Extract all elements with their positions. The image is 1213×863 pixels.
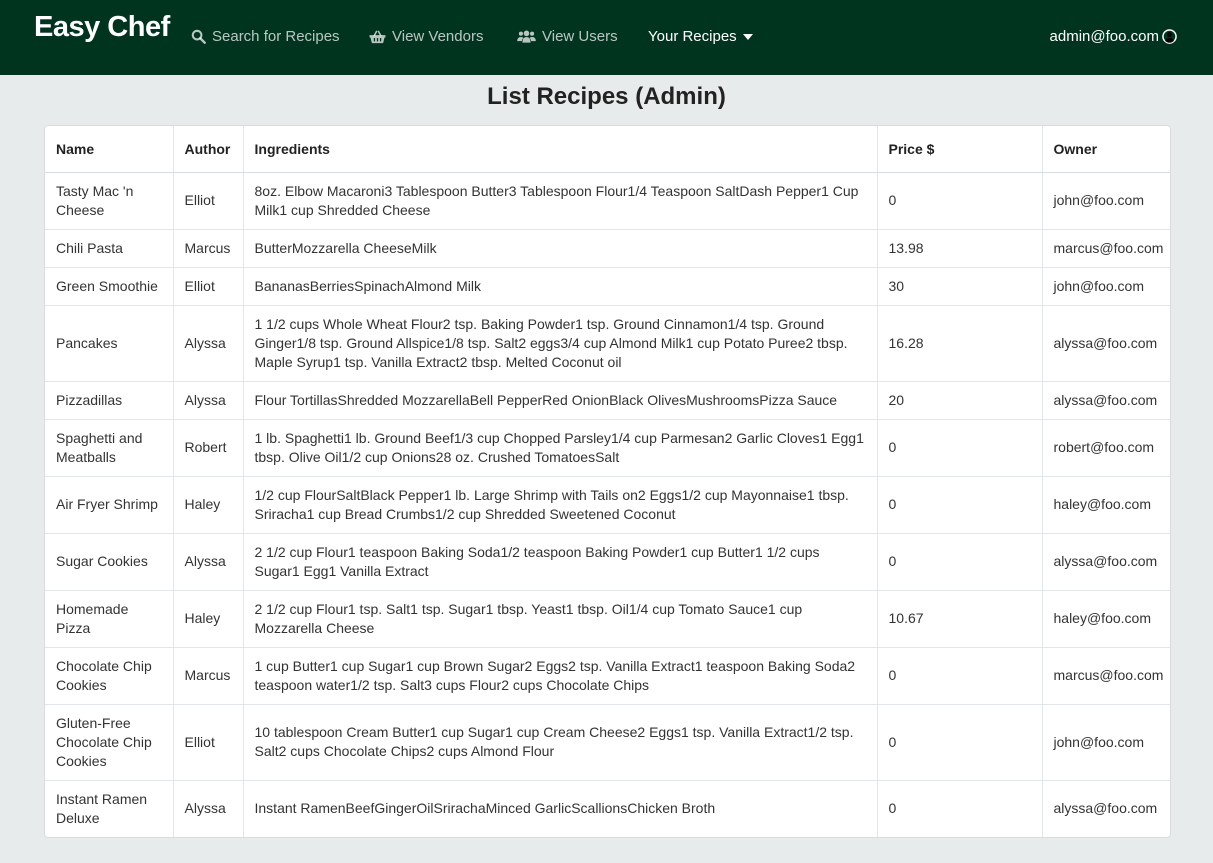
cell-ingredients: 10 tablespoon Cream Butter1 cup Sugar1 c… bbox=[243, 703, 878, 780]
cell-owner: john@foo.com bbox=[1053, 192, 1144, 208]
navbar: Easy Chef Search for Recipes View Vendor… bbox=[0, 0, 1213, 75]
cell-name: Sugar Cookies bbox=[45, 532, 174, 590]
cell-ingredients: 1/2 cup FlourSaltBlack Pepper1 lb. Large… bbox=[243, 475, 878, 533]
user-menu[interactable]: admin@foo.com bbox=[1050, 28, 1177, 45]
table-row: Pizzadillas Alyssa Flour TortillasShredded… bbox=[45, 380, 1170, 419]
nav-vendors-label: View Vendors bbox=[392, 28, 484, 45]
table-row: Sugar Cookies Alyssa 2 1/2 cup Flour1 teas… bbox=[45, 532, 1170, 590]
table-row: Chili Pasta Marcus ButterMozzarella Cheese… bbox=[45, 228, 1170, 267]
cell-owner: alyssa@foo.com bbox=[1042, 304, 1170, 381]
table-row: Spaghetti and Meatballs Robert 1 lb. Spagh… bbox=[45, 418, 1170, 476]
cell-author: Alyssa bbox=[173, 380, 244, 419]
shopping-basket-icon bbox=[369, 30, 386, 43]
cell-price: 0 bbox=[877, 532, 1043, 590]
table-row: Pancakes Alyssa 1 1/2 cups Whole Wheat Flo… bbox=[45, 304, 1170, 381]
cell-author: Elliot bbox=[173, 703, 244, 780]
nav-recipes-label: Your Recipes bbox=[648, 28, 737, 45]
cell-price: 0 bbox=[877, 779, 1043, 837]
cell-author: Haley bbox=[173, 475, 244, 533]
users-icon bbox=[517, 30, 536, 43]
cell-author: Elliot bbox=[173, 266, 244, 305]
page-title: List Recipes (Admin) bbox=[487, 83, 726, 110]
table-header-row: Name Author Ingredients Price $ Owner bbox=[45, 126, 1170, 173]
nav-view-users[interactable]: View Users bbox=[517, 28, 618, 45]
cell-ingredients: 1 1/2 cups Whole Wheat Flour2 tsp. Bakin… bbox=[243, 304, 878, 381]
cell-author: Robert bbox=[173, 418, 244, 476]
cell-author: Haley bbox=[173, 589, 244, 647]
header-author: Author bbox=[173, 126, 244, 173]
cell-owner: haley@foo.com bbox=[1042, 589, 1170, 647]
caret-down-icon bbox=[742, 33, 753, 40]
recipes-table: Name Author Ingredients Price $ Owner Ta… bbox=[45, 126, 1170, 837]
user-email: admin@foo.com bbox=[1049, 28, 1159, 45]
cell-price: 16.28 bbox=[877, 304, 1043, 381]
recipes-table-container: Name Author Ingredients Price $ Owner Ta… bbox=[44, 125, 1171, 838]
cell-ingredients: 2 1/2 cup Flour1 tsp. Salt1 tsp. Sugar1 … bbox=[243, 589, 878, 647]
cell-owner: alyssa@foo.com bbox=[1042, 532, 1170, 590]
user-circle-icon bbox=[1162, 29, 1177, 44]
cell-price: 13.98 bbox=[877, 228, 1043, 267]
cell-ingredients: 8oz. Elbow Macaroni3 Tablespoon Butter3 … bbox=[243, 172, 878, 229]
cell-price: 0 bbox=[877, 172, 1043, 229]
nav-search-label: Search for Recipes bbox=[212, 28, 340, 45]
cell-price: 0 bbox=[877, 418, 1043, 476]
cell-name: Gluten-Free Chocolate Chip Cookies bbox=[45, 703, 174, 780]
cell-author: Alyssa bbox=[173, 304, 244, 381]
cell-ingredients: 2 1/2 cup Flour1 teaspoon Baking Soda1/2… bbox=[243, 532, 878, 590]
cell-ingredients: ButterMozzarella CheeseMilk bbox=[243, 228, 878, 267]
cell-author: Elliot bbox=[173, 172, 244, 229]
cell-price: 0 bbox=[877, 646, 1043, 704]
cell-name: Pizzadillas bbox=[45, 380, 174, 419]
cell-owner: john@foo.com bbox=[1042, 703, 1170, 780]
cell-ingredients: BananasBerriesSpinachAlmond Milk bbox=[243, 266, 878, 305]
table-row: Tasty Mac 'n Cheese Elliot 8oz. Elbow Maca… bbox=[45, 172, 1170, 229]
cell-price: 30 bbox=[877, 266, 1043, 305]
cell-ingredients: 1 lb. Spaghetti1 lb. Ground Beef1/3 cup … bbox=[243, 418, 878, 476]
brand-logo[interactable]: Easy Chef bbox=[34, 11, 170, 44]
cell-owner: marcus@foo.com bbox=[1042, 228, 1170, 267]
nav-view-vendors[interactable]: View Vendors bbox=[369, 28, 483, 45]
nav-search-recipes[interactable]: Search for Recipes bbox=[191, 28, 340, 45]
table-row: Homemade Pizza Haley 2 1/2 cup Flour1 tsp.… bbox=[45, 589, 1170, 647]
header-owner: Owner bbox=[1042, 126, 1170, 173]
cell-name: Air Fryer Shrimp bbox=[45, 475, 174, 533]
cell-name: Spaghetti and Meatballs bbox=[45, 418, 174, 476]
cell-name: Pancakes bbox=[45, 304, 174, 381]
table-row: Green Smoothie Elliot BananasBerriesSpinac… bbox=[45, 266, 1170, 305]
cell-ingredients: 1 cup Butter1 cup Sugar1 cup Brown Sugar… bbox=[243, 646, 878, 704]
cell-author: Marcus bbox=[173, 228, 244, 267]
cell-owner: haley@foo.com bbox=[1042, 475, 1170, 533]
cell-name: Tasty Mac 'n Cheese bbox=[45, 172, 174, 229]
cell-price: 20 bbox=[877, 380, 1043, 419]
table-body: Tasty Mac 'n Cheese Elliot 8oz. Elbow Maca… bbox=[45, 172, 1170, 837]
cell-name: Chocolate Chip Cookies bbox=[45, 646, 174, 704]
search-icon bbox=[191, 29, 206, 44]
cell-owner: john@foo.com bbox=[1042, 266, 1170, 305]
table-row: Gluten-Free Chocolate Chip Cookies Elliot… bbox=[45, 703, 1170, 780]
cell-price: 10.67 bbox=[877, 589, 1043, 647]
cell-ingredients: Instant RamenBeefGingerOilSrirachaMinced… bbox=[243, 779, 878, 837]
table-row: Instant Ramen Deluxe Alyssa Instant RamenB… bbox=[45, 779, 1170, 837]
cell-name: Instant Ramen Deluxe bbox=[45, 779, 174, 837]
cell-name: Green Smoothie bbox=[45, 266, 174, 305]
cell-author: Alyssa bbox=[173, 532, 244, 590]
table-row: Chocolate Chip Cookies Marcus 1 cup Butter… bbox=[45, 646, 1170, 704]
cell-name: Homemade Pizza bbox=[45, 589, 174, 647]
header-price: Price $ bbox=[877, 126, 1043, 173]
header-ingredients: Ingredients bbox=[243, 126, 878, 173]
cell-owner: robert@foo.com bbox=[1042, 418, 1170, 476]
cell-price: 0 bbox=[877, 703, 1043, 780]
cell-author: Alyssa bbox=[173, 779, 244, 837]
nav-your-recipes-dropdown[interactable]: Your Recipes bbox=[648, 28, 753, 45]
cell-owner: marcus@foo.com bbox=[1042, 646, 1170, 704]
cell-owner: alyssa@foo.com bbox=[1042, 779, 1170, 837]
header-name: Name bbox=[45, 126, 174, 173]
nav-users-label: View Users bbox=[542, 28, 618, 45]
cell-author: Marcus bbox=[173, 646, 244, 704]
cell-ingredients: Flour TortillasShredded MozzarellaBell P… bbox=[243, 380, 878, 419]
cell-name: Chili Pasta bbox=[45, 228, 174, 267]
cell-owner: alyssa@foo.com bbox=[1042, 380, 1170, 419]
cell-price: 0 bbox=[877, 475, 1043, 533]
table-row: Air Fryer Shrimp Haley 1/2 cup FlourSaltBl… bbox=[45, 475, 1170, 533]
